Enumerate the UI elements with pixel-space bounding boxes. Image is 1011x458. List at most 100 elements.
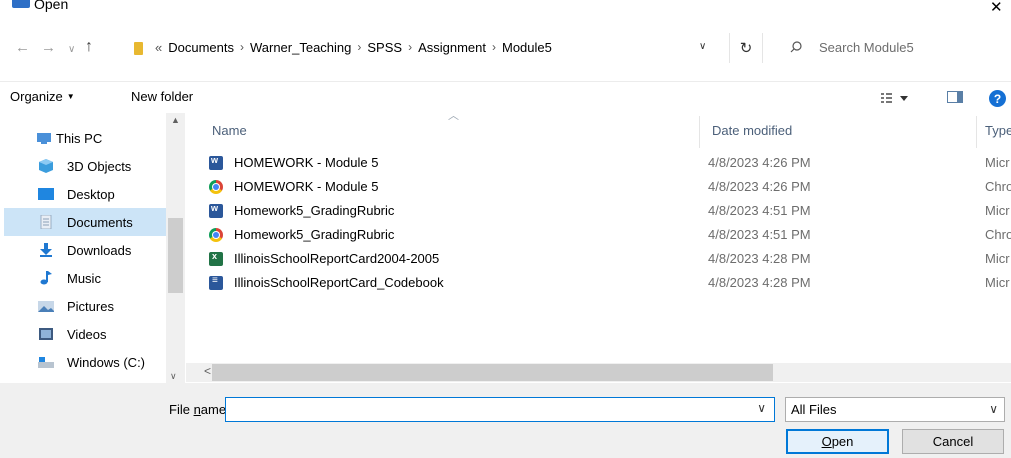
scrollbar-thumb[interactable] (168, 218, 183, 293)
scroll-down-icon[interactable]: ∨ (170, 371, 177, 382)
sidebar-item-label: 3D Objects (67, 159, 132, 174)
breadcrumb-assignment[interactable]: Assignment (418, 40, 486, 55)
breadcrumb-module5[interactable]: Module5 (502, 40, 552, 55)
file-list: Name ︿ Date modified Type HOMEWORK - Mod… (186, 110, 1011, 363)
file-name-label-prefix: File (169, 402, 194, 417)
address-bar[interactable]: « Documents › Warner_Teaching › SPSS › A… (102, 33, 714, 63)
file-date: 4/8/2023 4:28 PM (708, 251, 811, 266)
chrome-doc-icon (209, 180, 223, 194)
breadcrumb-warner-teaching[interactable]: Warner_Teaching (250, 40, 351, 55)
desktop-icon (38, 188, 54, 200)
sidebar-item-label: Music (67, 271, 101, 286)
chevron-down-icon[interactable]: ∨ (68, 42, 75, 58)
refresh-icon: ↻ (739, 40, 753, 57)
sidebar-item-label: This PC (56, 131, 103, 146)
sidebar-item-downloads[interactable]: Downloads (4, 236, 166, 264)
toolbar: Organize ▼ New folder ? (0, 81, 1011, 113)
column-header-date[interactable]: Date modified (712, 123, 792, 138)
file-type-select[interactable]: All Files ∨ (785, 397, 1005, 422)
sidebar-item-videos[interactable]: Videos (4, 320, 166, 348)
chevron-down-icon[interactable]: ∨ (989, 402, 998, 416)
sidebar-item-documents[interactable]: Documents (4, 208, 166, 236)
videos-icon (39, 328, 53, 340)
sidebar-item-this-pc[interactable]: This PC (4, 124, 166, 152)
preview-pane-icon[interactable] (947, 91, 963, 103)
table-row[interactable]: IllinoisSchoolReportCard_Codebook 4/8/20… (203, 271, 1011, 295)
new-folder-button[interactable]: New folder (131, 89, 193, 104)
folder-icon (134, 42, 143, 55)
file-name-input[interactable] (226, 398, 746, 421)
sidebar-item-desktop[interactable]: Desktop (4, 180, 166, 208)
word-doc-icon (209, 155, 223, 170)
open-button[interactable]: Open (786, 429, 889, 454)
sidebar-item-music[interactable]: Music (4, 264, 166, 292)
table-row[interactable]: Homework5_GradingRubric 4/8/2023 4:51 PM… (203, 199, 1011, 223)
sidebar-item-pictures[interactable]: Pictures (4, 292, 166, 320)
scroll-left-icon[interactable]: < (204, 364, 211, 378)
table-row[interactable]: HOMEWORK - Module 5 4/8/2023 4:26 PM Mic… (203, 151, 1011, 175)
horizontal-scrollbar[interactable]: < (186, 363, 1011, 382)
file-type: Chro (985, 179, 1011, 194)
file-name-field[interactable]: ∨ (225, 397, 775, 422)
search-icon (790, 41, 802, 53)
column-header-type[interactable]: Type (985, 123, 1011, 138)
view-options-icon[interactable] (880, 90, 910, 106)
organize-label: Organize (10, 89, 63, 104)
breadcrumb-documents[interactable]: Documents (168, 40, 234, 55)
file-type: Chro (985, 227, 1011, 242)
file-type: Micr (985, 275, 1010, 290)
search-input[interactable]: Search Module5 (766, 33, 1011, 63)
breadcrumb: « Documents › Warner_Teaching › SPSS › A… (155, 40, 552, 55)
back-arrow-icon[interactable]: ← (15, 40, 30, 56)
file-date: 4/8/2023 4:51 PM (708, 227, 811, 242)
music-icon (40, 271, 52, 285)
downloads-icon (40, 243, 52, 257)
column-divider[interactable] (976, 116, 977, 148)
word-doc-icon (209, 275, 223, 290)
address-dropdown-icon[interactable]: ∨ (699, 41, 706, 52)
sidebar-item-3d-objects[interactable]: 3D Objects (4, 152, 166, 180)
close-icon[interactable]: ✕ (990, 0, 1003, 16)
file-name: IllinoisSchoolReportCard2004-2005 (234, 251, 440, 266)
navigation-scrollbar[interactable]: ▲ ∨ (166, 113, 185, 383)
sidebar-item-label: Downloads (67, 243, 132, 258)
chevron-right-icon[interactable]: › (492, 40, 496, 55)
up-arrow-icon[interactable]: ↑ (85, 39, 93, 55)
this-pc-icon (37, 133, 51, 144)
organize-button[interactable]: Organize ▼ (10, 89, 75, 104)
word-doc-icon (209, 203, 223, 218)
cancel-button[interactable]: Cancel (902, 429, 1004, 454)
sidebar-item-label: Videos (67, 327, 107, 342)
file-date: 4/8/2023 4:51 PM (708, 203, 811, 218)
column-divider[interactable] (699, 116, 700, 148)
file-name: Homework5_GradingRubric (234, 227, 395, 242)
file-type: Micr (985, 155, 1010, 170)
table-row[interactable]: HOMEWORK - Module 5 4/8/2023 4:26 PM Chr… (203, 175, 1011, 199)
breadcrumb-spss[interactable]: SPSS (367, 40, 402, 55)
breadcrumb-overflow[interactable]: « (155, 40, 162, 55)
scrollbar-thumb[interactable] (212, 364, 773, 381)
open-hotkey: O (821, 434, 832, 449)
file-name-label: File name: (169, 402, 230, 417)
chevron-right-icon[interactable]: › (240, 40, 244, 55)
sidebar-item-label: Documents (67, 215, 133, 230)
column-header-name[interactable]: Name (212, 123, 247, 138)
table-row[interactable]: Homework5_GradingRubric 4/8/2023 4:51 PM… (203, 223, 1011, 247)
documents-icon (40, 215, 52, 229)
sidebar-item-windows-c[interactable]: Windows (C:) (4, 348, 166, 376)
excel-doc-icon (209, 251, 223, 266)
file-type: Micr (985, 203, 1010, 218)
chevron-down-icon[interactable]: ∨ (757, 401, 766, 415)
chevron-right-icon[interactable]: › (357, 40, 361, 55)
chevron-right-icon[interactable]: › (408, 40, 412, 55)
file-date: 4/8/2023 4:26 PM (708, 155, 811, 170)
file-type-value: All Files (791, 402, 837, 417)
table-row[interactable]: IllinoisSchoolReportCard2004-2005 4/8/20… (203, 247, 1011, 271)
scroll-up-icon[interactable]: ▲ (171, 115, 180, 125)
help-icon[interactable]: ? (989, 90, 1006, 107)
forward-arrow-icon[interactable]: → (41, 40, 56, 56)
refresh-button[interactable]: ↻ (729, 33, 763, 63)
dialog-footer: File name: ∨ All Files ∨ Open Cancel (0, 383, 1011, 458)
chrome-doc-icon (209, 228, 223, 242)
caret-down-icon: ▼ (66, 92, 75, 101)
